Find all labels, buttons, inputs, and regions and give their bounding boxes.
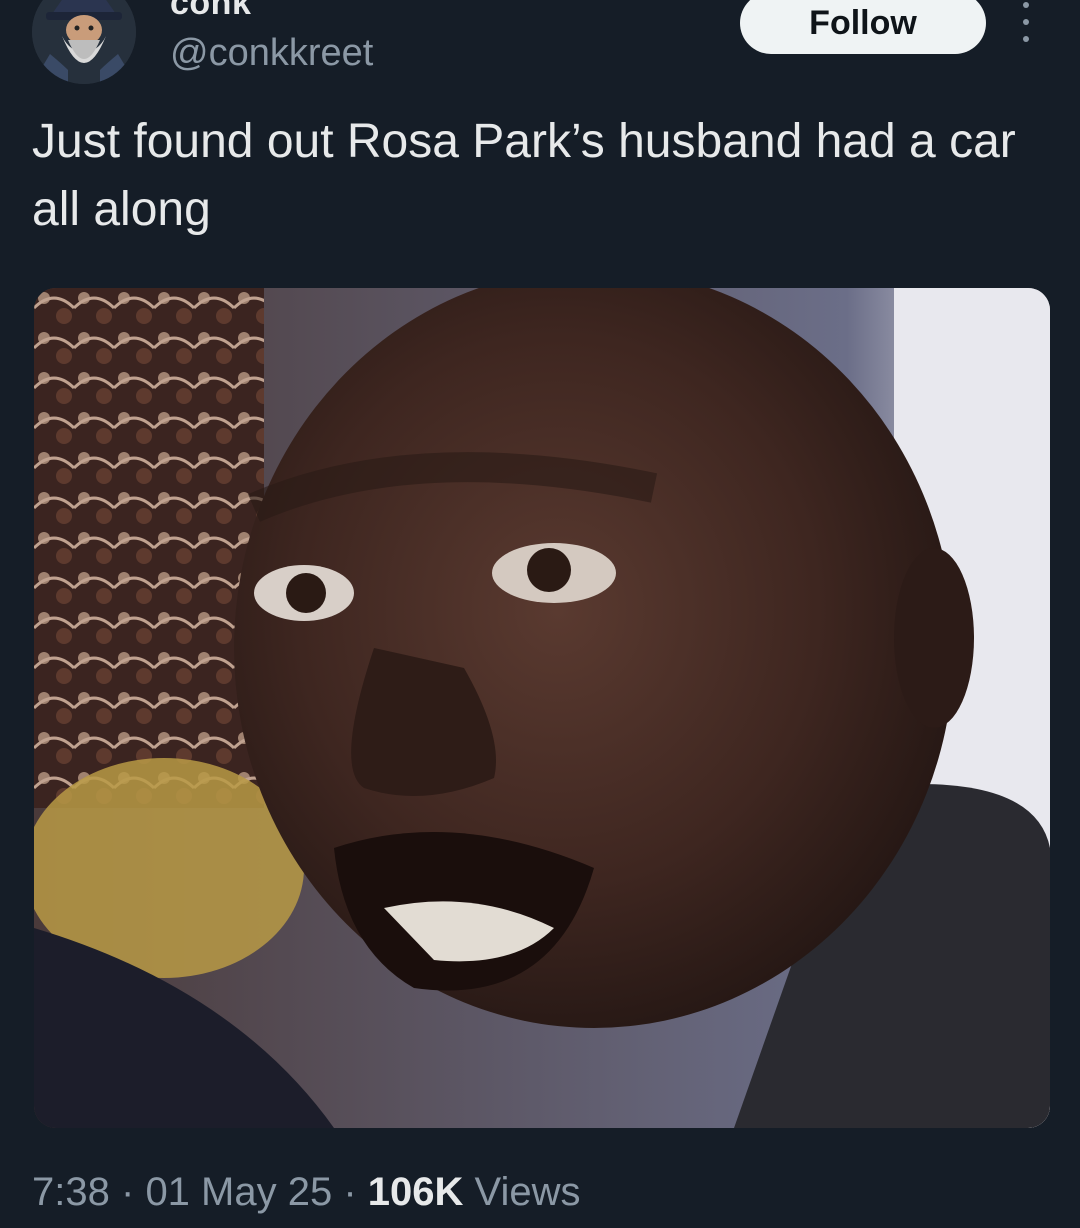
tweet-meta: 7:38 · 01 May 25 · 106K Views [32, 1170, 581, 1215]
tweet-date[interactable]: 01 May 25 [145, 1170, 332, 1214]
meta-separator: · [343, 1170, 357, 1214]
wizard-avatar-icon [32, 0, 136, 84]
more-dot [1023, 36, 1029, 42]
more-dot [1023, 2, 1029, 8]
tweet-page: conk @conkkreet Follow Just found out Ro… [0, 0, 1080, 1228]
more-dot [1023, 19, 1029, 25]
tweet-text: Just found out Rosa Park’s husband had a… [32, 115, 1016, 236]
author-avatar[interactable] [32, 0, 136, 84]
more-vertical-icon[interactable] [1012, 2, 1040, 42]
author-display-name[interactable]: conk [170, 0, 251, 23]
tweet-media-photo[interactable] [34, 288, 1050, 1128]
author-handle[interactable]: @conkkreet [170, 32, 373, 75]
views-count[interactable]: 106K [368, 1170, 464, 1214]
meme-photo [34, 288, 1050, 1128]
follow-button[interactable]: Follow [740, 0, 986, 54]
views-label: Views [474, 1170, 581, 1214]
tweet-time[interactable]: 7:38 [32, 1170, 110, 1214]
meta-separator: · [120, 1170, 135, 1214]
